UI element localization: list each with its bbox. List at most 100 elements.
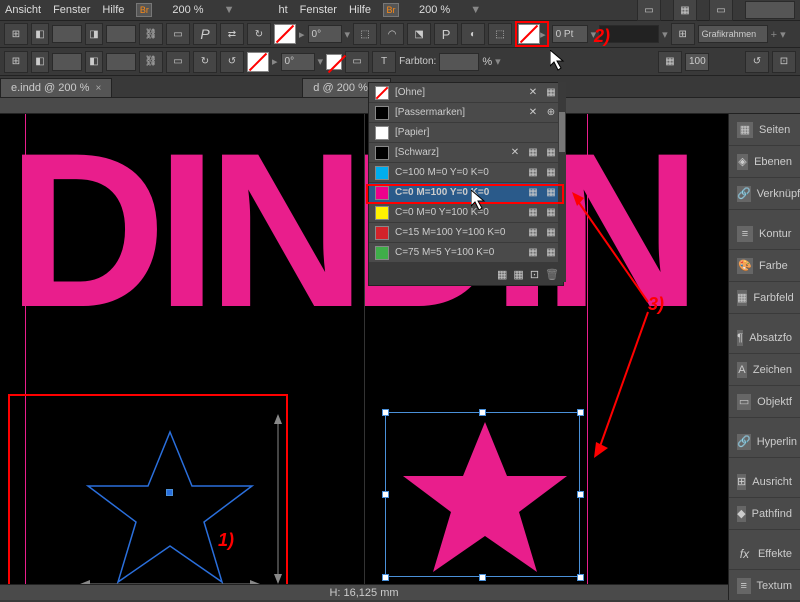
highlight-swatch (366, 184, 564, 204)
bridge-icon2[interactable]: Br (383, 3, 399, 17)
constrain-icon[interactable]: ⛓ (139, 23, 163, 45)
menu-hilfe[interactable]: Hilfe (102, 4, 124, 16)
panel-label: Kontur (759, 228, 791, 240)
control-toolbar: ⊞ ◧ ◨ ⛓ ▭ P ⇄ ↻ ▸ 0° ▾ ⬚ ◠ ⬔ P ◐ ⬚ ▸ 0 P… (0, 20, 800, 48)
panel-tab[interactable]: ◆Pathfind (729, 498, 800, 530)
swatch-type-icon: ✕ (527, 107, 539, 119)
container-icon[interactable]: ▭ (345, 51, 369, 73)
text-icon[interactable]: T (372, 51, 396, 73)
x-field[interactable] (52, 25, 82, 43)
xy-icon[interactable]: ◧ (31, 23, 49, 45)
doc-tab-1[interactable]: e.indd @ 200 %× (0, 78, 112, 97)
swatch-row[interactable]: [Papier] (369, 123, 563, 143)
swatch-icon[interactable]: ▦ (497, 268, 507, 281)
swatch-row[interactable]: C=100 M=0 Y=0 K=0▦▦ (369, 163, 563, 183)
frame-icon[interactable]: ⊞ (671, 23, 695, 45)
selection-box[interactable] (385, 412, 580, 577)
panel-tab[interactable]: ▭Objektf (729, 386, 800, 418)
panel-tab[interactable]: 🔗Hyperlin (729, 426, 800, 458)
swatch-chip (375, 106, 389, 120)
trash-icon[interactable]: 🗑 (545, 268, 559, 281)
panel-tab[interactable]: ◈Ebenen (729, 146, 800, 178)
arrange-icon[interactable]: ▦ (673, 0, 697, 21)
scale-icon[interactable]: ▭ (166, 23, 190, 45)
gfxframe-field[interactable]: Grafikrahmen (698, 25, 768, 43)
panel-tab[interactable]: ⊞Ausricht (729, 466, 800, 498)
panel-tab[interactable]: ≡Textum (729, 570, 800, 602)
wrap-icon[interactable]: P (434, 23, 458, 45)
panel-icon: 🎨 (737, 258, 753, 274)
close-icon: × (95, 83, 101, 94)
bridge-icon[interactable]: Br (136, 3, 152, 17)
panel-icon: ◈ (737, 154, 748, 170)
panel-icon: 🔗 (737, 186, 751, 202)
stroke-none-icon[interactable] (518, 24, 540, 44)
px-field[interactable]: 100 (685, 53, 709, 71)
panel-label: Zeichen (753, 364, 792, 376)
fill2-none-icon[interactable] (247, 52, 269, 72)
panel-icon: ¶ (737, 330, 743, 346)
panel-tab[interactable]: ▦Farbfeld (729, 282, 800, 314)
rotate-icon[interactable]: ↻ (247, 23, 271, 45)
panel-tab[interactable]: 🔗Verknüpf (729, 178, 800, 210)
shear-icon[interactable]: ⬚ (353, 23, 377, 45)
misc-icon[interactable]: ↺ (745, 51, 769, 73)
panel-tab[interactable]: AZeichen (729, 354, 800, 386)
swatch-chip (375, 146, 389, 160)
corner-icon[interactable]: ◠ (380, 23, 404, 45)
menu-fenster[interactable]: Fenster (53, 4, 90, 16)
paragraph-icon[interactable]: P (193, 23, 217, 45)
panel-icon: ▦ (737, 122, 753, 138)
workspace-icon[interactable]: ▭ (709, 0, 733, 21)
new-swatch-icon[interactable]: ⊡ (530, 268, 539, 281)
menu-ansicht[interactable]: Ansicht (5, 4, 41, 16)
panel-label: Farbfeld (753, 292, 793, 304)
panel-tab[interactable]: 🎨Farbe (729, 250, 800, 282)
panel-icon: ≡ (737, 226, 753, 242)
swatch-row[interactable]: [Schwarz]✕▦▦ (369, 143, 563, 163)
swatch-row[interactable]: C=0 M=0 Y=100 K=0▦▦ (369, 203, 563, 223)
w-field[interactable] (106, 25, 136, 43)
panel-tab[interactable]: ≡ Kontur (729, 218, 800, 250)
menu-ht[interactable]: ht (278, 4, 287, 16)
tint-field[interactable] (439, 53, 479, 71)
swatch-type-icon: ▦ (545, 247, 557, 259)
wh-icon[interactable]: ◨ (85, 23, 103, 45)
transform-icon[interactable]: ⬔ (407, 23, 431, 45)
rotate-field[interactable]: 0° (308, 25, 342, 43)
swap-icon[interactable] (326, 54, 342, 70)
search-field[interactable] (745, 1, 795, 19)
swatches-scrollbar[interactable] (558, 82, 566, 282)
panel-tab[interactable]: ▦Seiten (729, 114, 800, 146)
swatch-icon[interactable]: ▦ (513, 268, 523, 281)
menu-fenster2[interactable]: Fenster (300, 4, 337, 16)
farbton-label: Farbton: (399, 56, 436, 67)
swatch-row[interactable]: [Ohne]✕▦ (369, 83, 563, 103)
stroke-weight-field[interactable]: 0 Pt (552, 25, 588, 43)
swatch-row[interactable]: C=75 M=5 Y=100 K=0▦▦ (369, 243, 563, 263)
ref2-icon[interactable]: ⊞ (4, 51, 28, 73)
zoom-field2[interactable]: 200 % (411, 3, 458, 17)
panel-icon: 🔗 (737, 434, 751, 450)
opacity-icon[interactable]: ⬚ (488, 23, 512, 45)
swatch-chip (375, 86, 389, 100)
zoom-field[interactable]: 200 % (164, 3, 211, 17)
menu-hilfe2[interactable]: Hilfe (349, 4, 371, 16)
fill-none-icon[interactable] (274, 24, 296, 44)
swatch-chip (375, 166, 389, 180)
ref-point-icon[interactable]: ⊞ (4, 23, 28, 45)
swatch-type-icon: ✕ (527, 87, 539, 99)
swatch-row[interactable]: C=15 M=100 Y=100 K=0▦▦ (369, 223, 563, 243)
panel-tab[interactable]: fxEffekte (729, 538, 800, 570)
flip-icon[interactable]: ⇄ (220, 23, 244, 45)
panel-icon: ▭ (737, 394, 751, 410)
swatch-type-icon: ⊕ (545, 107, 557, 119)
annotation-2: 2) (594, 26, 610, 47)
screen-mode-icon[interactable]: ▭ (637, 0, 661, 21)
swatch-chip (375, 226, 389, 240)
px-icon[interactable]: ▦ (658, 51, 682, 73)
effects-icon[interactable]: ◐ (461, 23, 485, 45)
panel-tab[interactable]: ¶Absatzfo (729, 322, 800, 354)
swatch-type-icon: ▦ (527, 167, 539, 179)
swatch-row[interactable]: [Passermarken]✕⊕ (369, 103, 563, 123)
